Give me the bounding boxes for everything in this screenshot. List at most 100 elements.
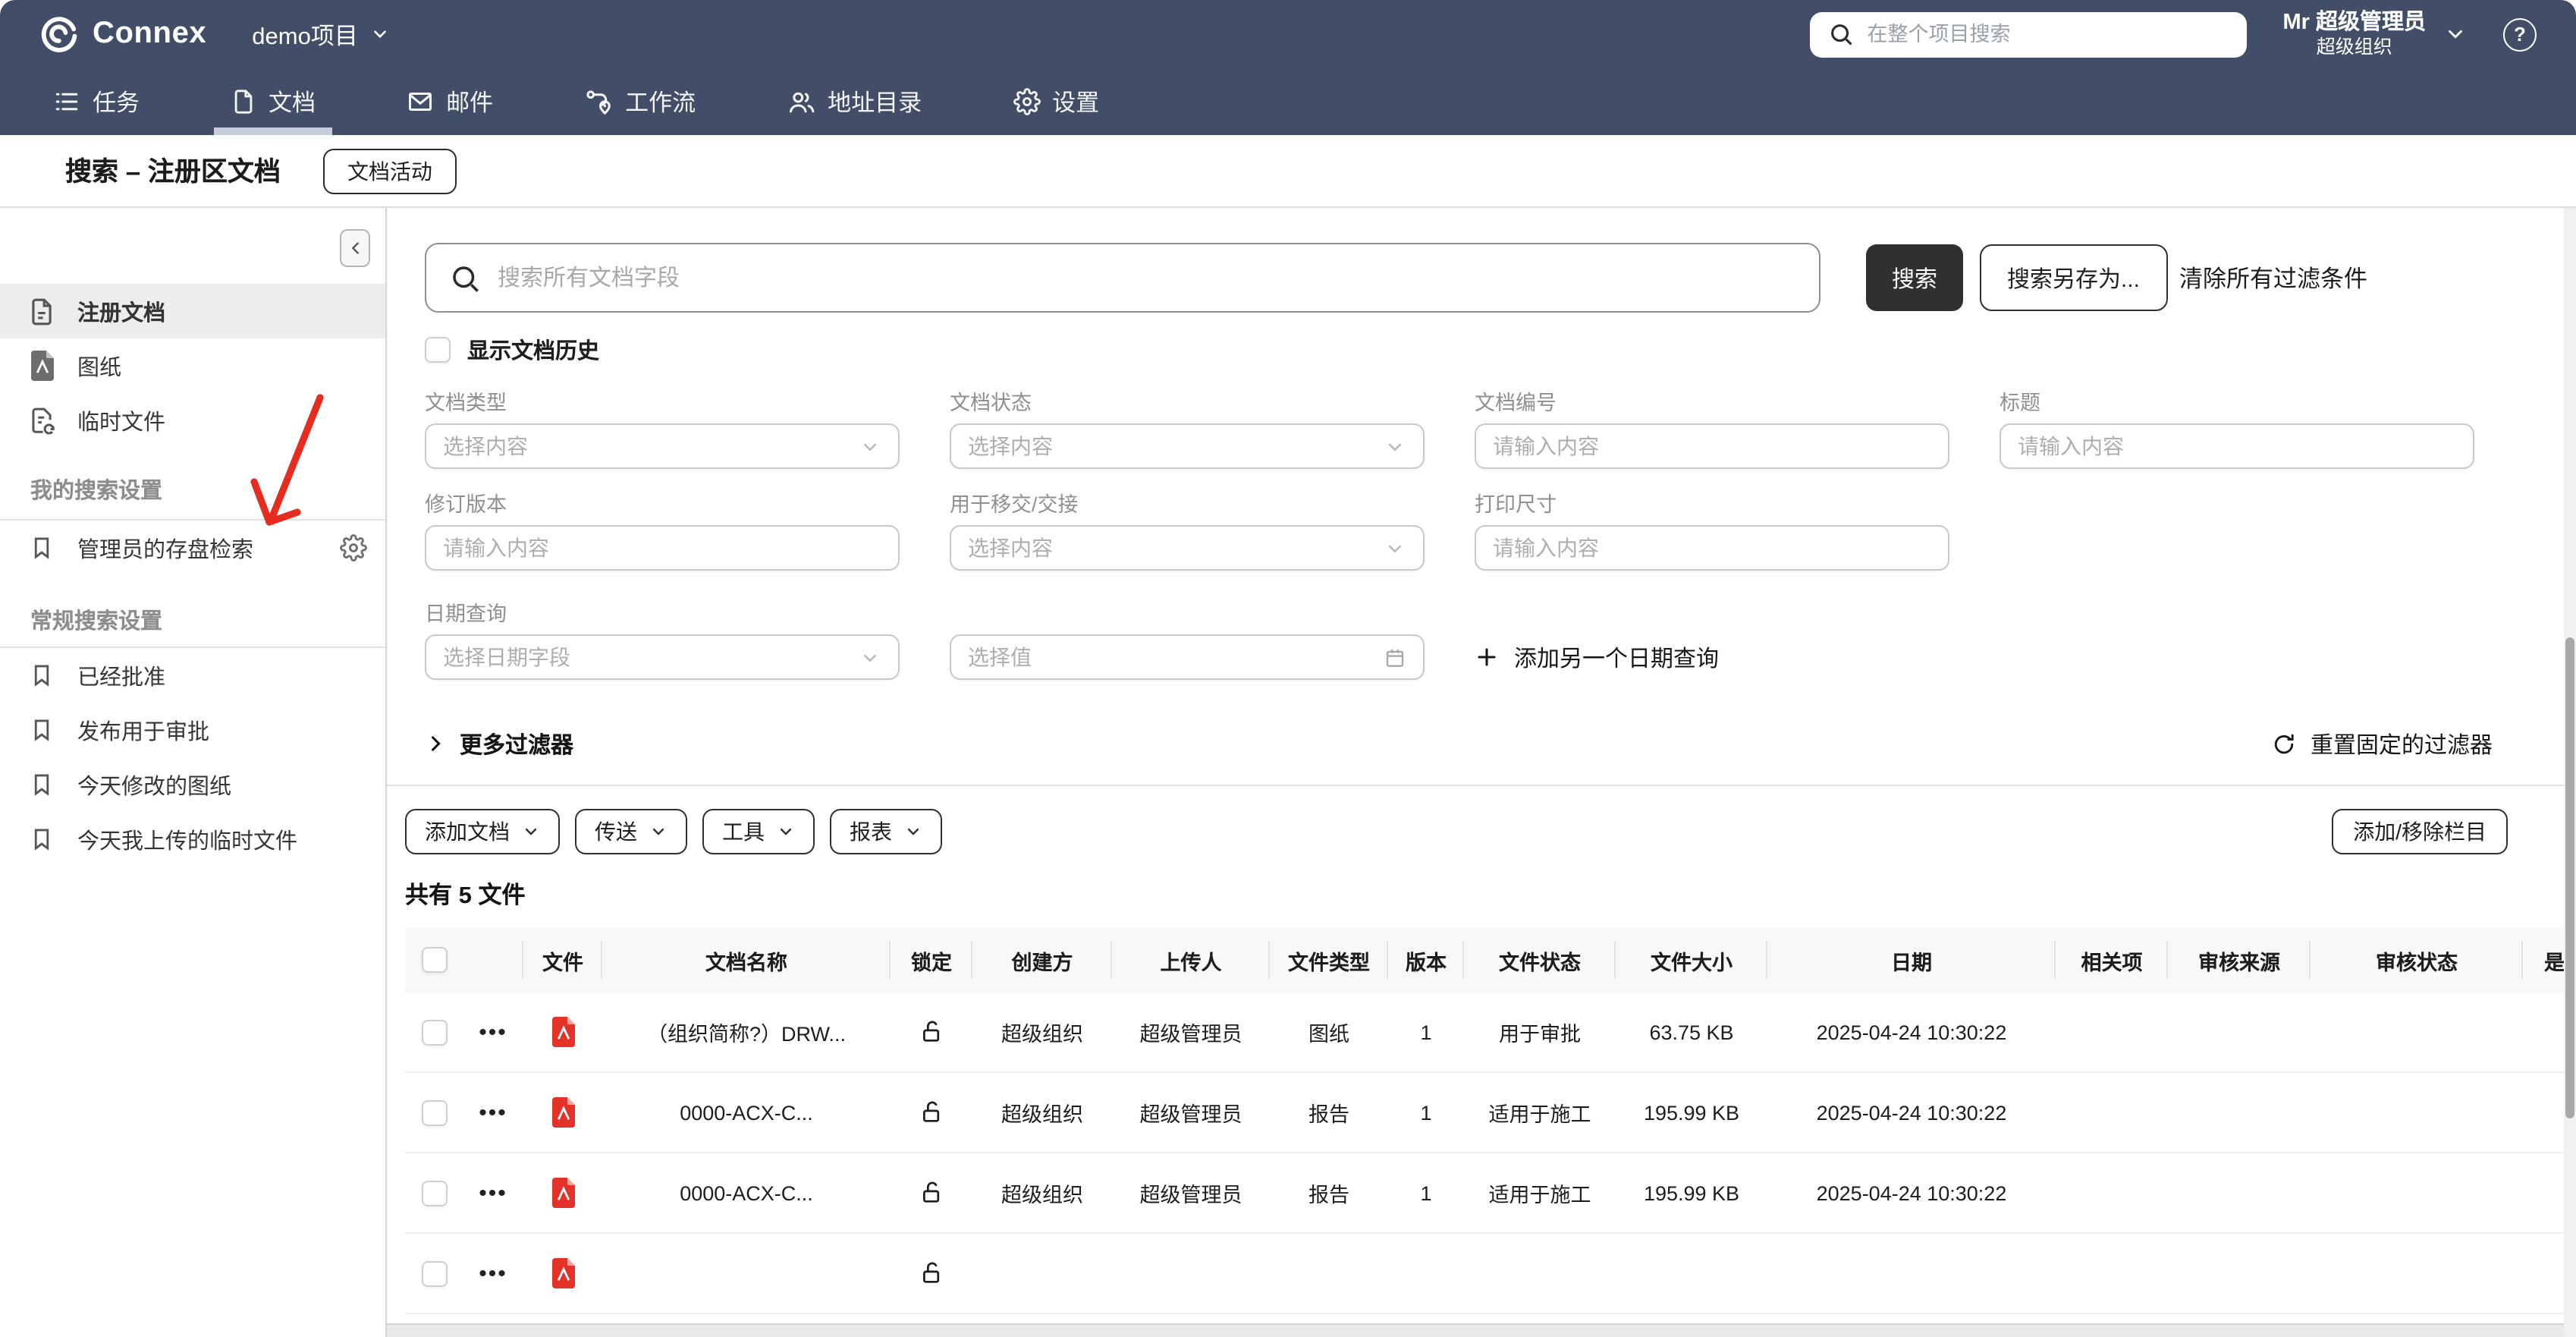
file-size-cell: 195.99 KB [1616,1073,1767,1152]
column-header-版本[interactable]: 版本 [1388,927,1464,993]
chevron-down-icon [859,435,881,458]
document-name-cell[interactable]: 0000-ACX-C... [602,1073,891,1152]
pdf-file-icon[interactable] [550,1178,576,1208]
sidebar-item-label: 管理员的存盘检索 [77,532,253,564]
uploader-cell: 超级管理员 [1112,1153,1270,1232]
row-actions-icon[interactable]: ••• [479,1019,507,1045]
gear-icon [1013,88,1040,115]
column-header-日期[interactable]: 日期 [1767,927,2056,993]
sidebar-item-注册文档[interactable]: 注册文档 [0,284,385,338]
text-input-打印尺寸[interactable]: 请输入内容 [1475,525,1949,571]
sidebar-collapse-button[interactable] [340,229,370,267]
search-button[interactable]: 搜索 [1866,244,1963,311]
column-header-创建方[interactable]: 创建方 [972,927,1112,993]
column-header-文件类型[interactable]: 文件类型 [1270,927,1388,993]
column-header-文件大小[interactable]: 文件大小 [1616,927,1767,993]
document-search-box[interactable] [425,243,1820,313]
sidebar-item-label: 注册文档 [77,295,165,327]
select-用于移交/交接[interactable]: 选择内容 [950,525,1425,571]
reset-pinned-filters-button[interactable]: 重置固定的过滤器 [2271,728,2493,760]
document-name-cell[interactable]: （组织简称?）DRW... [602,993,891,1071]
plus-icon [1475,645,1499,669]
column-header-文件[interactable]: 文件 [523,927,602,993]
text-input-文档编号[interactable]: 请输入内容 [1475,423,1949,469]
document-name-cell[interactable]: 0000-ACX-C... [602,1153,891,1232]
row-actions-icon[interactable]: ••• [479,1099,507,1125]
calendar-icon [1384,646,1406,668]
gear-icon[interactable] [340,534,367,562]
row-menu-cell: ••• [463,1073,523,1152]
vertical-scrollbar[interactable] [2564,208,2576,1337]
column-header-上传人[interactable]: 上传人 [1112,927,1270,993]
help-icon[interactable]: ? [2503,17,2537,51]
column-header-锁定[interactable]: 锁定 [891,927,972,993]
pdf-file-icon[interactable] [550,1017,576,1047]
sidebar-item-图纸[interactable]: 图纸 [0,338,385,393]
select-all-checkbox[interactable] [421,947,447,973]
global-search[interactable] [1810,11,2247,57]
row-actions-icon[interactable]: ••• [479,1260,507,1286]
document-activity-button[interactable]: 文档活动 [323,148,457,193]
my-search-settings-header: 我的搜索设置 [0,466,385,511]
vertical-scrollbar-thumb[interactable] [2565,637,2574,1118]
creator-cell: 超级组织 [972,1153,1112,1232]
pdf-file-icon[interactable] [550,1097,576,1128]
text-input-标题[interactable]: 请输入内容 [2000,423,2474,469]
pdf-file-icon[interactable] [550,1258,576,1288]
sidebar-item-今天我上传的临时文件[interactable]: 今天我上传的临时文件 [0,812,385,867]
select-文档状态[interactable]: 选择内容 [950,423,1425,469]
add-date-query-link[interactable]: 添加另一个日期查询 [1475,634,1949,680]
row-checkbox[interactable] [421,1260,447,1286]
nav-tab-label: 地址目录 [828,85,922,118]
project-switcher[interactable]: demo项目 [252,17,390,51]
table-row[interactable]: •••（组织简称?）DRW...超级组织超级管理员图纸1用于审批63.75 KB… [405,993,2576,1073]
toolbar-button-传送[interactable]: 传送 [575,809,687,854]
show-history-checkbox[interactable] [425,336,451,362]
nav-tab-文档[interactable]: 文档 [223,68,323,135]
text-input-修订版本[interactable]: 请输入内容 [425,525,900,571]
column-header-文件状态[interactable]: 文件状态 [1464,927,1616,993]
sidebar-item-临时文件[interactable]: 临时文件 [0,393,385,448]
table-row[interactable]: •••0000-ACX-C...超级组织超级管理员报告1适用于施工195.99 … [405,1073,2576,1153]
results-count: 共有 5 文件 [405,876,2576,912]
table-row[interactable]: •••0000-ACX-C...超级组织超级管理员报告1适用于施工195.99 … [405,1153,2576,1234]
date-field-select[interactable]: 选择日期字段 [425,634,900,680]
column-header-审核来源[interactable]: 审核来源 [2168,927,2311,993]
horizontal-scrollbar[interactable] [387,1323,2564,1337]
nav-tab-邮件[interactable]: 邮件 [399,68,501,135]
brand[interactable]: Connex [39,14,206,54]
column-header-审核状态[interactable]: 审核状态 [2311,927,2523,993]
global-search-input[interactable] [1868,23,2229,46]
document-name-cell[interactable] [602,1234,891,1313]
nav-tab-地址目录[interactable]: 地址目录 [779,68,929,135]
nav-tab-任务[interactable]: 任务 [46,68,147,135]
lock-open-icon [919,1099,944,1126]
row-actions-icon[interactable]: ••• [479,1180,507,1206]
nav-tab-工作流[interactable]: 工作流 [576,68,703,135]
select-文档类型[interactable]: 选择内容 [425,423,900,469]
more-filters-toggle[interactable]: 更多过滤器 [425,728,573,760]
user-menu[interactable]: Mr 超级管理员 超级组织 [2283,8,2468,60]
search-icon [1828,21,1854,47]
sidebar-item-今天修改的图纸[interactable]: 今天修改的图纸 [0,757,385,812]
sidebar-item-已经批准[interactable]: 已经批准 [0,648,385,703]
toolbar-button-添加文档[interactable]: 添加文档 [405,809,560,854]
date-cell: 2025-04-24 10:30:22 [1767,1153,2056,1232]
column-header-相关项[interactable]: 相关项 [2056,927,2168,993]
nav-tab-设置[interactable]: 设置 [1005,68,1107,135]
toolbar-button-工具[interactable]: 工具 [702,809,815,854]
column-header-文档名称[interactable]: 文档名称 [602,927,891,993]
save-search-as-button[interactable]: 搜索另存为... [1980,244,2167,311]
table-row[interactable]: ••• [405,1234,2576,1314]
row-checkbox[interactable] [421,1180,447,1206]
row-checkbox[interactable] [421,1019,447,1045]
sidebar-item-发布用于审批[interactable]: 发布用于审批 [0,703,385,757]
chevron-down-icon [2444,23,2467,46]
date-value-input[interactable]: 选择值 [950,634,1425,680]
sidebar-item-管理员的存盘检索[interactable]: 管理员的存盘检索 [0,521,385,575]
document-search-input[interactable] [498,265,1796,291]
row-checkbox[interactable] [421,1099,447,1125]
add-remove-columns-button[interactable]: 添加/移除栏目 [2332,809,2508,854]
toolbar-button-报表[interactable]: 报表 [830,809,942,854]
clear-all-filters-link[interactable]: 清除所有过滤条件 [2179,261,2367,294]
